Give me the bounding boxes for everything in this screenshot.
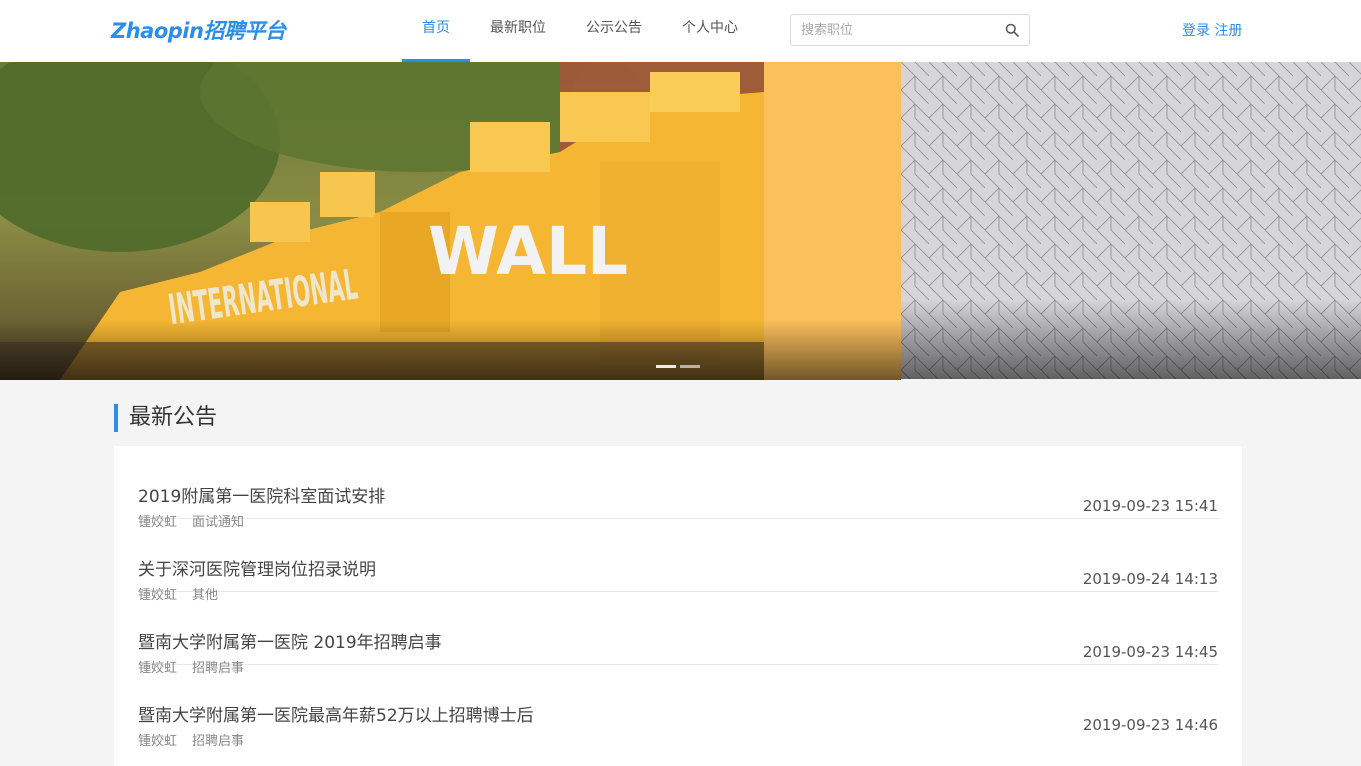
search-input[interactable] (791, 15, 996, 45)
banner-slide-main[interactable]: WALL INTERNATIONAL (0, 62, 901, 380)
banner-carousel[interactable]: WALL INTERNATIONAL (0, 62, 1361, 380)
list-item[interactable]: 暨南大学附属第一医院 2019年招聘启事 锺姣虹 招聘启事 2019-09-23 … (138, 592, 1218, 676)
register-link[interactable]: 注册 (1214, 23, 1242, 39)
nav-announcements[interactable]: 公示公告 (566, 0, 662, 62)
banner-shade (0, 320, 901, 380)
carousel-dot-2[interactable] (680, 365, 700, 368)
announcement-date: 2019-09-23 15:41 (1082, 497, 1218, 515)
auth-links: 登录 注册 (1182, 20, 1242, 40)
announcement-list: 2019附属第一医院科室面试安排 锺姣虹 面试通知 2019-09-23 15:4… (114, 446, 1242, 766)
top-header: Zhaopin招聘平台 首页 最新职位 公示公告 个人中心 登录 注册 (0, 0, 1361, 62)
carousel-indicators (656, 365, 700, 368)
main-nav: 首页 最新职位 公示公告 个人中心 (402, 0, 758, 62)
carousel-dot-1[interactable] (656, 365, 676, 368)
search-box (790, 14, 1030, 46)
announcement-date: 2019-09-24 14:13 (1082, 570, 1218, 588)
svg-text:WALL: WALL (428, 213, 628, 290)
search-icon[interactable] (1005, 23, 1019, 37)
section-title-latest-announcements: 最新公告 (114, 404, 217, 432)
announcement-title[interactable]: 关于深河医院管理岗位招录说明 (138, 555, 376, 580)
nav-latest-jobs[interactable]: 最新职位 (470, 0, 566, 62)
announcement-title[interactable]: 暨南大学附属第一医院 2019年招聘启事 (138, 628, 442, 653)
site-logo[interactable]: Zhaopin招聘平台 (111, 15, 286, 45)
announcement-title[interactable]: 暨南大学附属第一医院最高年薪52万以上招聘博士后 (138, 701, 534, 726)
announcement-meta: 锺姣虹 招聘启事 (138, 730, 244, 749)
nav-home[interactable]: 首页 (402, 0, 470, 62)
banner-slide-pattern[interactable] (901, 62, 1361, 379)
list-item[interactable]: 暨南大学附属第一医院最高年薪52万以上招聘博士后 锺姣虹 招聘启事 2019-09… (138, 665, 1218, 749)
list-item[interactable]: 2019附属第一医院科室面试安排 锺姣虹 面试通知 2019-09-23 15:4… (138, 446, 1218, 530)
announcement-date: 2019-09-23 14:45 (1082, 643, 1218, 661)
announcement-date: 2019-09-23 14:46 (1082, 716, 1218, 734)
announcement-author: 锺姣虹 (138, 734, 178, 749)
nav-personal-center[interactable]: 个人中心 (662, 0, 758, 62)
announcement-title[interactable]: 2019附属第一医院科室面试安排 (138, 482, 385, 507)
list-item[interactable]: 关于深河医院管理岗位招录说明 锺姣虹 其他 2019-09-24 14:13 (138, 519, 1218, 603)
login-link[interactable]: 登录 (1182, 23, 1210, 39)
announcement-category: 招聘启事 (192, 734, 245, 749)
